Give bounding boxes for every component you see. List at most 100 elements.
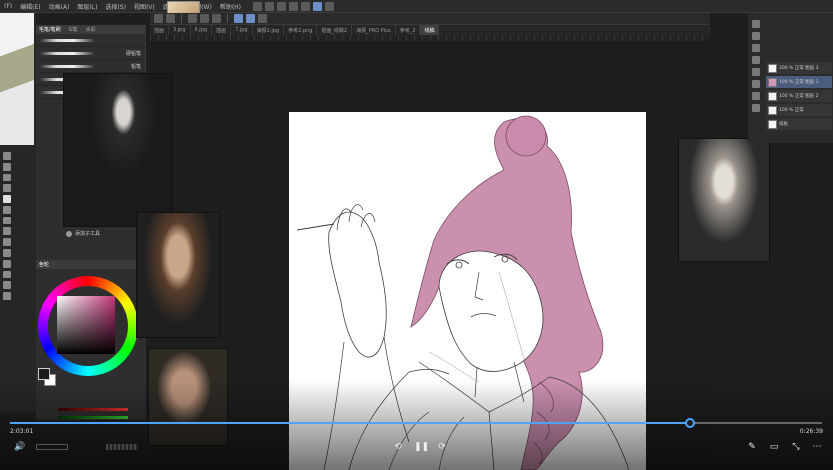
select-icon[interactable] — [154, 14, 163, 23]
brush-tab[interactable]: G笔 — [69, 26, 78, 33]
layer-tool-icon[interactable] — [752, 68, 760, 76]
brush-stroke-preview — [40, 38, 95, 42]
progress-played — [10, 422, 691, 424]
menu-animation[interactable]: 动画(A) — [45, 2, 74, 11]
menu-select[interactable]: 选择(S) — [101, 2, 130, 11]
tool-property-bar — [150, 13, 710, 25]
color-swatch-icon[interactable] — [3, 292, 11, 300]
collapse-icon[interactable]: ⤡ — [790, 441, 802, 453]
fill-tool-icon[interactable] — [3, 249, 11, 257]
new-file-icon[interactable] — [253, 1, 263, 11]
transform-icon[interactable] — [325, 1, 335, 11]
tab-document[interactable]: 插画_线稿2 — [317, 25, 353, 35]
tab-document[interactable]: 7.jpg — [231, 25, 253, 35]
tab-document[interactable]: 参考2.png — [284, 25, 318, 35]
tab-document-active[interactable]: 线稿 — [420, 25, 440, 35]
fill-icon[interactable] — [188, 14, 197, 23]
foreground-color-swatch[interactable] — [38, 368, 50, 380]
pause-icon[interactable]: ❚❚ — [414, 441, 429, 453]
layer-row[interactable]: 纸张 — [766, 118, 832, 130]
ruler-icon[interactable] — [212, 14, 221, 23]
forward-icon[interactable]: ⟳ — [436, 441, 448, 453]
text-tool-icon[interactable] — [3, 270, 11, 279]
menu-file[interactable]: (F) — [0, 3, 16, 10]
rewind-icon[interactable]: ⟲ — [392, 441, 404, 453]
layer-thumbnail — [768, 105, 777, 115]
fingers — [336, 204, 376, 231]
document-tabs: 插画 3.jpg 5.jpg 插画 7.jpg 海报2.jpg 参考2.png … — [150, 25, 710, 35]
layer-tool-icon[interactable] — [752, 80, 760, 88]
layer-thumbnail — [768, 91, 777, 101]
airbrush-icon[interactable] — [3, 227, 11, 236]
add-subtool-link[interactable]: 添加子工具 — [66, 230, 100, 237]
layer-row[interactable]: 200 % 正常 图层 3 — [766, 62, 832, 74]
hand-sketch — [328, 211, 387, 358]
pencil-tool-icon[interactable] — [3, 205, 11, 214]
pen-icon[interactable] — [313, 1, 323, 11]
eyedropper-icon[interactable] — [3, 184, 11, 193]
more-icon[interactable]: ⋯ — [811, 441, 823, 453]
layer-thumbnail — [768, 119, 777, 129]
progress-bar[interactable] — [10, 418, 822, 428]
toolbar-divider — [227, 14, 228, 23]
menu-edit[interactable]: 编辑(E) — [16, 2, 44, 11]
layer-tool-icon[interactable] — [752, 20, 760, 28]
brush-item[interactable]: 硬铅笔 — [36, 47, 145, 60]
tab-document[interactable]: 海报2.jpg — [253, 25, 285, 35]
brush-stroke-preview — [40, 64, 95, 68]
reference-photo-woman-smoking — [136, 212, 220, 338]
layer-tool-icon[interactable] — [752, 32, 760, 40]
subtitles-icon[interactable]: ▭ — [768, 441, 780, 453]
tab-document[interactable]: 参考_2 — [396, 25, 421, 35]
add-icon — [66, 230, 72, 237]
pencil-icon[interactable] — [246, 14, 255, 23]
tab-document[interactable]: 插画 — [150, 25, 170, 35]
brush-tool-icon[interactable] — [3, 216, 11, 225]
menu-help[interactable]: 帮助(H) — [216, 2, 245, 11]
layer-row[interactable]: 100 % 正常 图层 2 — [766, 90, 832, 102]
eraser-tool-icon[interactable] — [3, 238, 11, 247]
tab-document[interactable]: 3.jpg — [169, 25, 191, 35]
brush-item[interactable]: 铅笔 — [36, 60, 145, 73]
redo-icon[interactable] — [301, 1, 311, 11]
brush-tab[interactable]: 毛笔/笔刷 — [39, 26, 61, 33]
edit-icon[interactable]: ✎ — [746, 441, 758, 453]
color-panel-header: 色轮 — [36, 260, 146, 269]
volume-slider[interactable] — [36, 444, 68, 450]
zoom-icon[interactable] — [3, 162, 11, 171]
layer-thumbnail — [768, 63, 777, 73]
current-time: 2:03:01 — [10, 428, 34, 435]
brush-item[interactable] — [36, 34, 145, 47]
tab-document[interactable]: 插画 — [212, 25, 232, 35]
reference-photo-man — [63, 73, 173, 227]
brush-icon[interactable] — [234, 14, 243, 23]
tab-document[interactable]: 海报_PRO Plus — [352, 25, 396, 35]
layer-row-selected[interactable]: 100 % 正常 图层 1 — [766, 76, 832, 88]
layer-tool-icon[interactable] — [752, 92, 760, 100]
save-icon[interactable] — [277, 1, 287, 11]
blend-icon[interactable] — [258, 14, 267, 23]
layer-panel-tools — [748, 20, 764, 112]
tab-document[interactable]: 5.jpg — [191, 25, 213, 35]
total-duration: 0:26:39 — [799, 428, 823, 435]
layer-tool-icon[interactable] — [752, 44, 760, 52]
layer-tool-icon[interactable] — [752, 56, 760, 64]
brush-tab[interactable]: 水彩 — [86, 26, 96, 33]
undo-icon[interactable] — [289, 1, 299, 11]
layer-tool-icon[interactable] — [752, 104, 760, 112]
layer-row[interactable]: 100 % 正常 — [766, 104, 832, 116]
lasso-icon[interactable] — [166, 14, 175, 23]
shape-tool-icon[interactable] — [3, 281, 11, 290]
open-icon[interactable] — [265, 1, 275, 11]
saturation-value-picker[interactable] — [57, 296, 115, 354]
color-panel-title: 色轮 — [39, 262, 50, 268]
move-icon[interactable] — [3, 152, 11, 160]
menu-view[interactable]: 视图(V) — [130, 2, 159, 11]
quick-tools — [253, 1, 335, 11]
operation-icon[interactable] — [3, 173, 11, 182]
menu-layer[interactable]: 图层(L) — [73, 2, 101, 11]
eraser-icon[interactable] — [200, 14, 209, 23]
volume-icon[interactable]: 🔊 — [14, 441, 26, 453]
pen-tool-icon[interactable] — [3, 195, 11, 203]
gradient-icon[interactable] — [3, 259, 11, 268]
